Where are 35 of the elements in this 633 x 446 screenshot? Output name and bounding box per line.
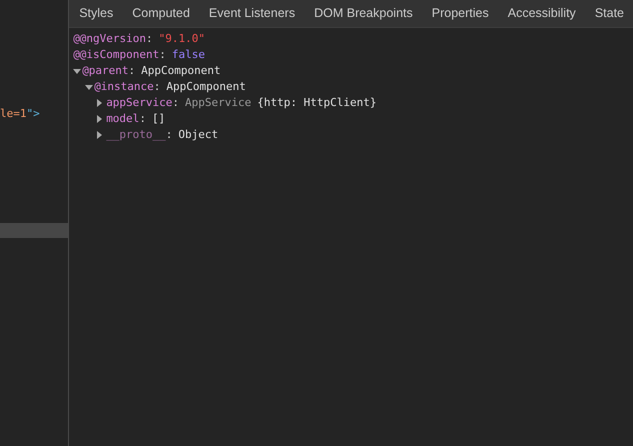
property-value: false: [172, 47, 206, 63]
property-value: Object: [178, 127, 218, 143]
property-key: @@ngVersion: [73, 31, 146, 47]
panel-tab[interactable]: Styles: [69, 0, 122, 27]
disclosure-triangle-icon[interactable]: [97, 115, 102, 123]
property-value: "9.1.0": [158, 31, 206, 47]
disclosure-triangle-icon[interactable]: [73, 68, 82, 74]
panel-tab[interactable]: Computed: [122, 0, 199, 27]
disclosure-triangle-icon[interactable]: [97, 99, 102, 107]
colon: :: [154, 79, 160, 95]
property-key: @instance: [94, 79, 154, 95]
property-key: @@isComponent: [73, 47, 160, 63]
property-value: AppComponent: [141, 63, 221, 79]
property-value: []: [152, 111, 166, 127]
property-value: AppComponent: [166, 79, 246, 95]
disclosure-triangle-icon[interactable]: [85, 84, 94, 90]
colon: :: [128, 63, 136, 79]
panel-tab[interactable]: Accessibility: [498, 0, 585, 27]
colon: :: [139, 111, 146, 127]
colon: :: [172, 95, 180, 111]
colon: :: [146, 31, 153, 47]
panel-tab[interactable]: State: [584, 0, 633, 27]
code-line[interactable]: le=1">: [0, 106, 68, 121]
property-value: {http: HttpClient}: [257, 95, 376, 111]
colon: :: [159, 47, 166, 63]
panel-tab[interactable]: DOM Breakpoints: [304, 0, 422, 27]
property-key: model: [106, 111, 140, 127]
property-key: __proto__: [106, 127, 166, 143]
class-name: AppService: [185, 95, 252, 111]
panel-tab[interactable]: Properties: [422, 0, 498, 27]
disclosure-triangle-icon[interactable]: [97, 131, 102, 139]
colon: :: [166, 127, 172, 143]
property-key: appService: [106, 95, 172, 111]
panel-tab[interactable]: Event Listeners: [198, 0, 304, 27]
property-key: @parent: [82, 63, 129, 79]
